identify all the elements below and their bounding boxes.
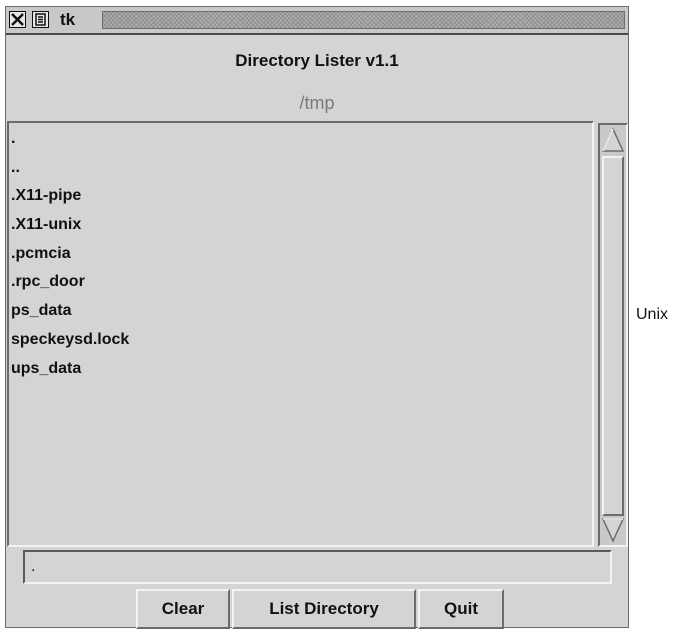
clear-button[interactable]: Clear xyxy=(136,589,230,629)
tk-window: tk Directory Lister v1.1 /tmp . .. .X11-… xyxy=(5,6,629,629)
scroll-down-arrow-icon[interactable] xyxy=(601,516,625,544)
app-title: Directory Lister v1.1 xyxy=(235,51,399,70)
list-item[interactable]: .pcmcia xyxy=(11,240,592,269)
window-title: tk xyxy=(60,10,76,29)
title-bar[interactable]: tk xyxy=(6,7,628,35)
button-row: Clear List Directory Quit xyxy=(6,589,628,629)
directory-entry-field[interactable] xyxy=(23,550,612,584)
vertical-scrollbar[interactable] xyxy=(598,123,628,547)
list-directory-button[interactable]: List Directory xyxy=(232,589,416,629)
menu-icon[interactable] xyxy=(32,11,49,28)
list-item[interactable]: speckeysd.lock xyxy=(11,326,592,355)
scrollbar-thumb[interactable] xyxy=(602,156,624,516)
platform-caption: Unix xyxy=(636,306,669,323)
directory-listbox[interactable]: . .. .X11-pipe .X11-unix .pcmcia .rpc_do… xyxy=(7,121,594,547)
list-item[interactable]: ps_data xyxy=(11,297,592,326)
current-directory-label: /tmp xyxy=(299,93,335,113)
directory-list: . .. .X11-pipe .X11-unix .pcmcia .rpc_do… xyxy=(9,123,592,383)
list-item[interactable]: ups_data xyxy=(11,355,592,384)
list-item[interactable]: .X11-unix xyxy=(11,211,592,240)
list-item[interactable]: . xyxy=(11,125,592,154)
list-item[interactable]: .rpc_door xyxy=(11,268,592,297)
title-bar-drag-area[interactable] xyxy=(102,11,625,29)
list-item[interactable]: .. xyxy=(11,154,592,183)
scroll-up-arrow-icon[interactable] xyxy=(601,126,625,154)
close-icon[interactable] xyxy=(9,11,26,28)
quit-button[interactable]: Quit xyxy=(418,589,504,629)
list-item[interactable]: .X11-pipe xyxy=(11,182,592,211)
